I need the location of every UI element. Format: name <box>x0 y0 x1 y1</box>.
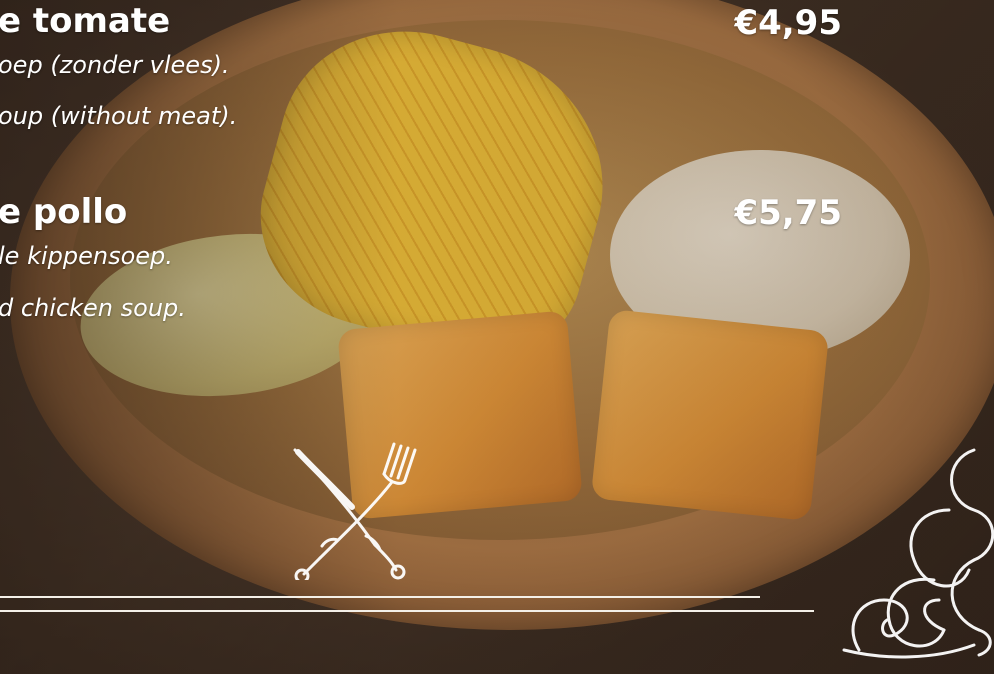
divider-line-bottom <box>0 610 814 612</box>
menu-item-1-title: e tomate <box>0 1 171 41</box>
menu-item-2-description-nl: le kippensoep. <box>0 242 173 270</box>
menu-item-1-description-en: oup (without meat). <box>0 102 238 130</box>
divider-line-top <box>0 596 760 598</box>
menu-item-2-title: e pollo <box>0 192 128 232</box>
menu-item-2-description-en: d chicken soup. <box>0 294 186 322</box>
menu-item-2-price: €5,75 <box>734 193 842 233</box>
knife-fork-crossed-icon <box>293 442 417 580</box>
menu-item-1-price: €4,95 <box>734 3 842 43</box>
menu-item-1-description-nl: oep (zonder vlees). <box>0 51 230 79</box>
scroll-flourish-icon <box>842 448 994 659</box>
